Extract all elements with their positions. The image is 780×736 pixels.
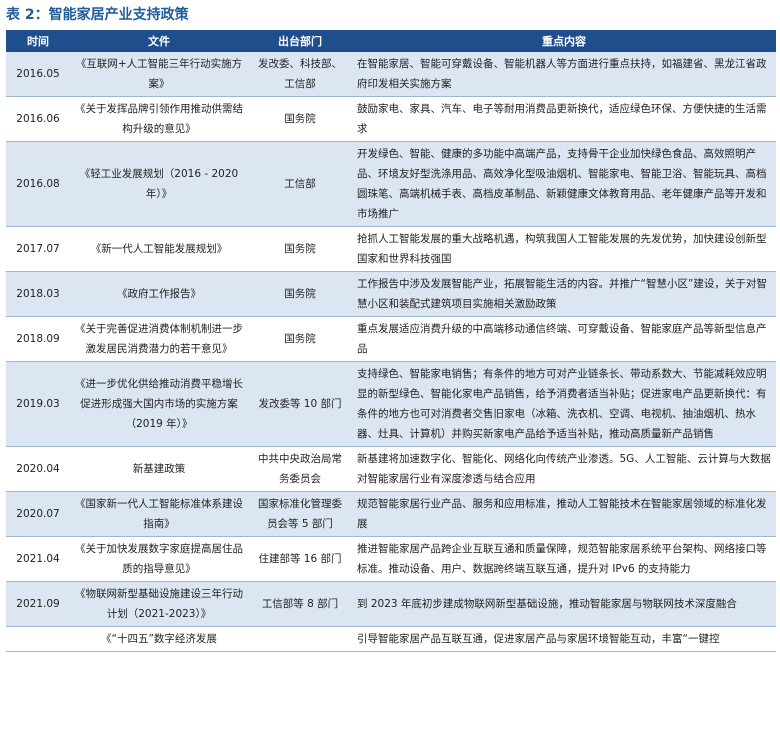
header-dept: 出台部门: [248, 30, 352, 52]
table-row: 2016.08 《轻工业发展规划（2016 - 2020 年）》 工信部 开发绿…: [6, 141, 776, 227]
table-row: 2018.09 《关于完善促进消费体制机制进一步激发居民消费潜力的若干意见》 国…: [6, 316, 776, 362]
cell-dept: [248, 626, 352, 652]
cell-file: 《关于发挥品牌引领作用推动供需结构升级的意见》: [70, 96, 248, 142]
cell-file: 《“十四五”数字经济发展: [70, 626, 248, 652]
cell-time: 2017.07: [6, 226, 70, 272]
cell-file: 《政府工作报告》: [70, 271, 248, 317]
cell-file: 《物联网新型基础设施建设三年行动计划（2021-2023）》: [70, 581, 248, 627]
policy-table: 时间 文件 出台部门 重点内容 2016.05 《互联网+人工智能三年行动实施方…: [6, 30, 776, 652]
table-row: 2021.04 《关于加快发展数字家庭提高居住品质的指导意见》 住建部等 16 …: [6, 536, 776, 582]
cell-content: 支持绿色、智能家电销售；有条件的地方可对产业链条长、带动系数大、节能减耗效应明显…: [352, 361, 776, 447]
cell-time: 2016.08: [6, 141, 70, 227]
cell-file: 《关于加快发展数字家庭提高居住品质的指导意见》: [70, 536, 248, 582]
cell-file: 《互联网+人工智能三年行动实施方案》: [70, 52, 248, 97]
cell-content: 规范智能家居行业产品、服务和应用标准，推动人工智能技术在智能家居领域的标准化发展: [352, 491, 776, 537]
cell-file: 《关于完善促进消费体制机制进一步激发居民消费潜力的若干意见》: [70, 316, 248, 362]
header-content: 重点内容: [352, 30, 776, 52]
cell-dept: 发改委、科技部、工信部: [248, 52, 352, 97]
table-row: 2018.03 《政府工作报告》 国务院 工作报告中涉及发展智能产业，拓展智能生…: [6, 271, 776, 317]
cell-content: 抢抓人工智能发展的重大战略机遇，构筑我国人工智能发展的先发优势，加快建设创新型国…: [352, 226, 776, 272]
cell-file: 《进一步优化供给推动消费平稳增长促进形成强大国内市场的实施方案（2019 年）》: [70, 361, 248, 447]
cell-time: 2016.05: [6, 52, 70, 97]
cell-content: 重点发展适应消费升级的中高端移动通信终端、可穿戴设备、智能家庭产品等新型信息产品: [352, 316, 776, 362]
cell-content: 引导智能家居产品互联互通，促进家居产品与家居环境智能互动，丰富“一键控: [352, 626, 776, 652]
table-row: 2020.04 新基建政策 中共中央政治局常务委员会 新基建将加速数字化、智能化…: [6, 446, 776, 492]
cell-dept: 国务院: [248, 316, 352, 362]
cell-dept: 工信部等 8 部门: [248, 581, 352, 627]
cell-time: [6, 626, 70, 652]
table-row: 2016.05 《互联网+人工智能三年行动实施方案》 发改委、科技部、工信部 在…: [6, 52, 776, 97]
cell-file: 《新一代人工智能发展规划》: [70, 226, 248, 272]
cell-dept: 工信部: [248, 141, 352, 227]
cell-content: 在智能家居、智能可穿戴设备、智能机器人等方面进行重点扶持，如福建省、黑龙江省政府…: [352, 52, 776, 97]
cell-dept: 国家标准化管理委员会等 5 部门: [248, 491, 352, 537]
cell-file: 《国家新一代人工智能标准体系建设指南》: [70, 491, 248, 537]
header-time: 时间: [6, 30, 70, 52]
cell-dept: 国务院: [248, 226, 352, 272]
cell-content: 鼓励家电、家具、汽车、电子等耐用消费品更新换代，适应绿色环保、方便快捷的生活需求: [352, 96, 776, 142]
table-row: 《“十四五”数字经济发展 引导智能家居产品互联互通，促进家居产品与家居环境智能互…: [6, 626, 776, 652]
table-title: 表 2：智能家居产业支持政策: [6, 7, 189, 23]
cell-dept: 国务院: [248, 271, 352, 317]
cell-file: 新基建政策: [70, 446, 248, 492]
cell-time: 2020.04: [6, 446, 70, 492]
cell-content: 工作报告中涉及发展智能产业，拓展智能生活的内容。并推广“智慧小区”建设，关于对智…: [352, 271, 776, 317]
cell-time: 2018.09: [6, 316, 70, 362]
header-file: 文件: [70, 30, 248, 52]
table-row: 2019.03 《进一步优化供给推动消费平稳增长促进形成强大国内市场的实施方案（…: [6, 361, 776, 447]
cell-time: 2018.03: [6, 271, 70, 317]
cell-dept: 国务院: [248, 96, 352, 142]
cell-content: 新基建将加速数字化、智能化、网络化向传统产业渗透。5G、人工智能、云计算与大数据…: [352, 446, 776, 492]
cell-time: 2019.03: [6, 361, 70, 447]
cell-content: 推进智能家居产品跨企业互联互通和质量保障，规范智能家居系统平台架构、网络接口等标…: [352, 536, 776, 582]
table-header-row: 时间 文件 出台部门 重点内容: [6, 30, 776, 52]
table-row: 2021.09 《物联网新型基础设施建设三年行动计划（2021-2023）》 工…: [6, 581, 776, 627]
cell-content: 开发绿色、智能、健康的多功能中高端产品，支持骨干企业加快绿色食品、高效照明产品、…: [352, 141, 776, 227]
cell-dept: 中共中央政治局常务委员会: [248, 446, 352, 492]
cell-time: 2021.09: [6, 581, 70, 627]
table-row: 2020.07 《国家新一代人工智能标准体系建设指南》 国家标准化管理委员会等 …: [6, 491, 776, 537]
cell-dept: 发改委等 10 部门: [248, 361, 352, 447]
table-row: 2016.06 《关于发挥品牌引领作用推动供需结构升级的意见》 国务院 鼓励家电…: [6, 96, 776, 142]
cell-file: 《轻工业发展规划（2016 - 2020 年）》: [70, 141, 248, 227]
cell-dept: 住建部等 16 部门: [248, 536, 352, 582]
cell-time: 2021.04: [6, 536, 70, 582]
cell-time: 2016.06: [6, 96, 70, 142]
cell-content: 到 2023 年底初步建成物联网新型基础设施，推动智能家居与物联网技术深度融合: [352, 581, 776, 627]
table-row: 2017.07 《新一代人工智能发展规划》 国务院 抢抓人工智能发展的重大战略机…: [6, 226, 776, 272]
cell-time: 2020.07: [6, 491, 70, 537]
